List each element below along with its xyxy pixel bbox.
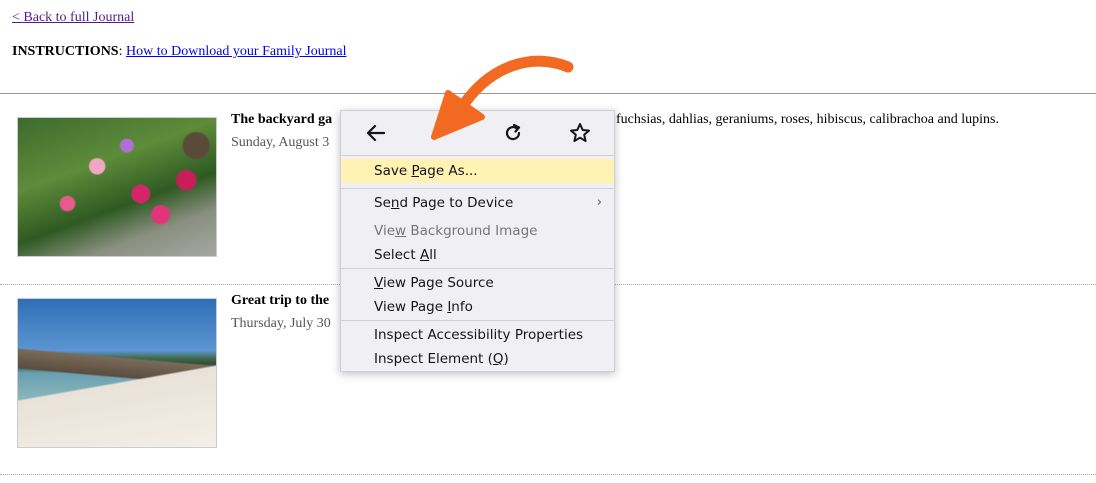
menu-item-label: ll (429, 247, 437, 263)
entry-title[interactable]: The backyard ga (231, 112, 332, 128)
menu-item-label: Save (374, 163, 412, 179)
menu-separator (341, 188, 614, 189)
submenu-chevron-icon: › (596, 195, 602, 210)
menu-separator (341, 268, 614, 269)
menu-item-inspect-element[interactable]: Inspect Element (Q) (341, 347, 614, 371)
menu-item-label: age As... (418, 163, 478, 179)
entry-date: Sunday, August 3 (231, 135, 330, 150)
entry-date: Thursday, July 30 (231, 316, 331, 331)
menu-item-view-page-source[interactable]: View Page Source (341, 271, 614, 295)
beach-photo[interactable] (17, 298, 217, 448)
context-menu: Save Page As... Send Page to Device › Vie… (340, 110, 615, 372)
menu-item-select-all[interactable]: Select All (341, 243, 614, 267)
menu-item-inspect-accessibility[interactable]: Inspect Accessibility Properties (341, 323, 614, 347)
menu-item-label: Select (374, 247, 420, 263)
instructions-line: INSTRUCTIONS: How to Download your Famil… (12, 44, 346, 60)
menu-item-accesskey: P (411, 163, 419, 179)
menu-item-send-page-to-device[interactable]: Send Page to Device › (341, 191, 614, 215)
menu-item-save-page-as[interactable]: Save Page As... (341, 159, 614, 183)
menu-item-label: d Page to Device (399, 195, 514, 211)
menu-item-label: Background Image (406, 223, 538, 239)
menu-separator (341, 155, 614, 156)
pointer-arrow-icon (431, 55, 574, 140)
menu-item-accesskey: A (419, 247, 430, 263)
menu-item-view-page-info[interactable]: View Page Info (341, 295, 614, 319)
back-to-journal-link[interactable]: < Back to full Journal (12, 10, 134, 26)
download-instructions-link[interactable]: How to Download your Family Journal (126, 44, 346, 59)
instructions-label: INSTRUCTIONS (12, 44, 119, 59)
menu-item-label: View Page (374, 299, 448, 315)
menu-item-accesskey: Q (492, 351, 504, 367)
menu-item-accesskey: V (374, 275, 383, 291)
menu-item-label: Se (374, 195, 391, 211)
menu-item-label: Inspect Element ( (374, 351, 493, 367)
menu-item-view-background-image: View Background Image (341, 219, 614, 243)
back-arrow-icon[interactable] (361, 119, 391, 147)
menu-separator (341, 320, 614, 321)
menu-item-label: ) (503, 351, 509, 367)
menu-item-label: nfo (451, 299, 473, 315)
instructions-separator: : (118, 44, 126, 59)
menu-item-accesskey: w (395, 223, 407, 239)
entry-divider (0, 474, 1096, 475)
entry-title[interactable]: Great trip to the (231, 293, 329, 309)
garden-photo[interactable] (17, 117, 217, 257)
menu-item-label: iew Page Source (382, 275, 494, 291)
menu-item-label: Vie (374, 223, 395, 239)
entry-description: fuchsias, dahlias, geraniums, roses, hib… (616, 112, 999, 127)
menu-item-label: Inspect Accessibility Properties (374, 327, 584, 343)
